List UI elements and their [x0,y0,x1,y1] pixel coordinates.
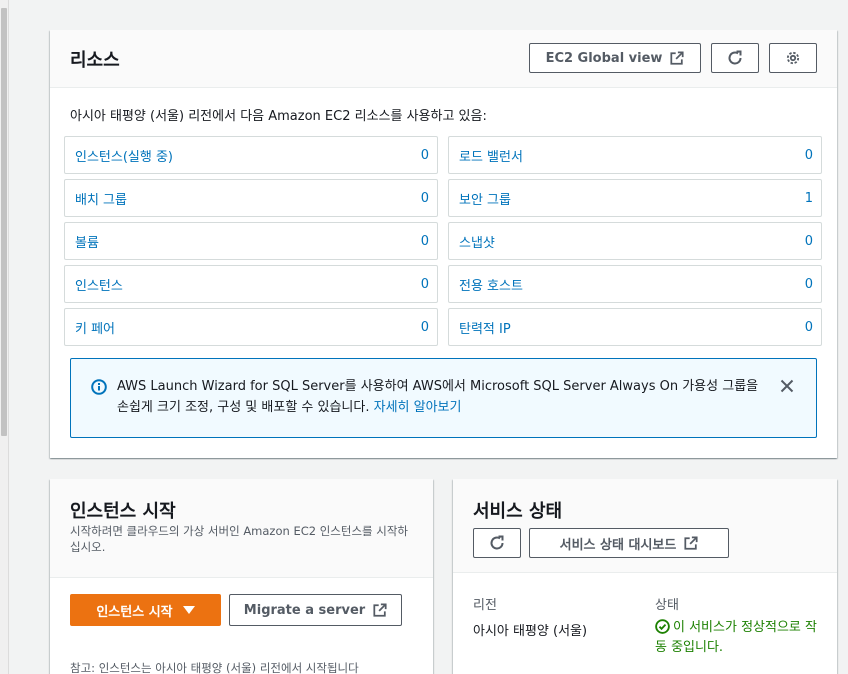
status-ok-icon [655,619,670,634]
status-text: 이 서비스가 정상적으로 작동 중입니다. [655,620,817,655]
resource-key-pairs[interactable]: 키 페어 0 [64,308,438,346]
migrate-server-button[interactable]: Migrate a server [229,594,402,626]
learn-more-link[interactable]: 자세히 알아보기 [374,400,462,415]
refresh-icon [728,50,742,65]
resource-instances-running[interactable]: 인스턴스(실행 중) 0 [64,136,438,174]
launch-description: 시작하려면 클라우드의 가상 서버인 Amazon EC2 인스턴스를 시작하십… [70,524,409,554]
resource-label: 인스턴스 [75,278,123,294]
launch-button-label: 인스턴스 시작 [96,604,173,620]
external-link-icon [670,51,684,65]
launch-header: 인스턴스 시작 시작하려면 클라우드의 가상 서버인 Amazon EC2 인스… [50,479,433,578]
launch-instance-panel: 인스턴스 시작 시작하려면 클라우드의 가상 서버인 Amazon EC2 인스… [50,479,433,674]
resource-count: 1 [804,190,813,206]
resource-label: 인스턴스(실행 중) [75,149,173,165]
resources-header: 리소스 EC2 Global view [50,30,837,88]
resources-intro: 아시아 태평양 (서울) 리전에서 다음 Amazon EC2 리소스를 사용하… [70,109,487,124]
resource-security-groups[interactable]: 보안 그룹 1 [448,179,822,217]
global-view-label: EC2 Global view [545,50,663,66]
health-header: 서비스 상태 서비스 상태 대시보드 [453,479,837,573]
health-refresh-button[interactable] [473,528,521,558]
resource-label: 볼륨 [75,235,99,251]
gear-icon [786,51,800,65]
resource-placement-groups[interactable]: 배치 그룹 0 [64,179,438,217]
resources-title: 리소스 [70,50,120,71]
resource-count: 0 [420,190,429,206]
resource-label: 전용 호스트 [459,278,523,294]
external-link-icon [684,536,698,550]
resources-panel: 리소스 EC2 Global view 아시아 태평양 (서울) 리전에서 다음… [50,30,837,458]
resource-instances[interactable]: 인스턴스 0 [64,265,438,303]
alert-message: AWS Launch Wizard for SQL Server를 사용하여 A… [117,376,765,418]
health-dashboard-button[interactable]: 서비스 상태 대시보드 [529,528,729,558]
scrollbar-thumb[interactable] [1,8,7,436]
external-link-icon [373,603,387,617]
ec2-global-view-button[interactable]: EC2 Global view [529,43,701,73]
launch-region-note: 참고: 인스턴스는 아시아 태평양 (서울) 리전에서 시작됩니다 [70,661,359,674]
health-title: 서비스 상태 [473,501,563,522]
info-alert: AWS Launch Wizard for SQL Server를 사용하여 A… [70,358,817,438]
resource-load-balancers[interactable]: 로드 밸런서 0 [448,136,822,174]
resource-elastic-ips[interactable]: 탄력적 IP 0 [448,308,822,346]
settings-button[interactable] [769,43,817,73]
info-icon [91,379,107,395]
launch-instance-button[interactable]: 인스턴스 시작 [70,594,221,626]
launch-title: 인스턴스 시작 [70,501,176,522]
resource-label: 스냅샷 [459,235,495,251]
resource-label: 탄력적 IP [459,321,511,337]
resource-label: 키 페어 [75,321,116,337]
status-value: 이 서비스가 정상적으로 작동 중입니다. [655,618,823,658]
status-column-header: 상태 [655,598,679,613]
resource-count: 0 [420,276,429,292]
refresh-button[interactable] [711,43,759,73]
resource-count: 0 [804,233,813,249]
resource-label: 로드 밸런서 [459,149,523,165]
region-value: 아시아 태평양 (서울) [473,624,588,639]
resource-count: 0 [804,319,813,335]
page-scrollbar[interactable] [0,0,9,674]
close-icon[interactable] [780,379,794,393]
caret-down-icon [182,606,195,614]
resource-dedicated-hosts[interactable]: 전용 호스트 0 [448,265,822,303]
resource-count: 0 [804,147,813,163]
refresh-icon [490,535,504,550]
resource-volumes[interactable]: 볼륨 0 [64,222,438,260]
resource-label: 배치 그룹 [75,192,127,208]
resource-count: 0 [420,319,429,335]
region-column-header: 리전 [473,598,497,613]
resource-count: 0 [804,276,813,292]
dashboard-button-label: 서비스 상태 대시보드 [559,537,677,553]
migrate-button-label: Migrate a server [243,602,366,618]
service-health-panel: 서비스 상태 서비스 상태 대시보드 리전 상태 아시아 태평양 (서울) 이 … [453,479,837,674]
resource-snapshots[interactable]: 스냅샷 0 [448,222,822,260]
resource-count: 0 [420,147,429,163]
resource-label: 보안 그룹 [459,192,511,208]
resource-count: 0 [420,233,429,249]
